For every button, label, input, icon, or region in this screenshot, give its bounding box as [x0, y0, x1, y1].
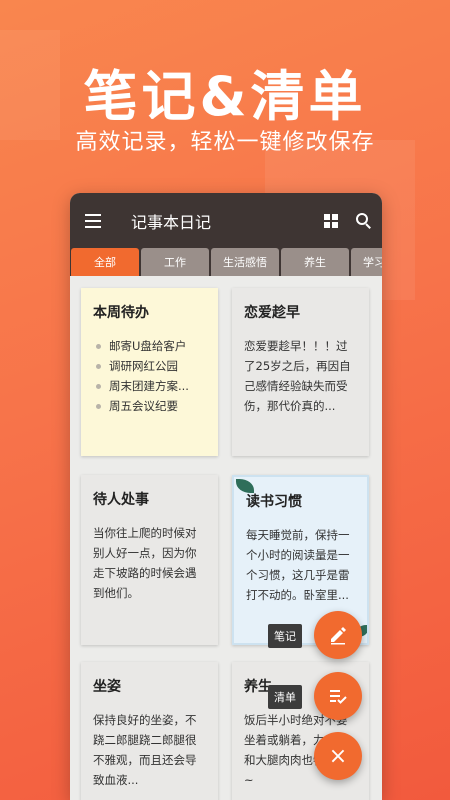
tab-life[interactable]: 生活感悟 — [211, 248, 279, 276]
todo-item: 调研网红公园 — [93, 356, 206, 376]
tab-work[interactable]: 工作 — [141, 248, 209, 276]
leaf-decoration — [236, 479, 254, 493]
pencil-icon — [331, 627, 346, 645]
tab-study-label: 学习 — [363, 256, 382, 269]
note-title: 恋爱趁早 — [244, 305, 300, 321]
todo-item: 邮寄U盘给客户 — [93, 336, 206, 356]
new-note-button[interactable] — [314, 611, 362, 659]
fab-note-label: 笔记 — [268, 624, 302, 648]
hero-subtitle: 高效记录，轻松一键修改保存 — [75, 130, 375, 155]
tab-study[interactable]: 学习 — [351, 248, 382, 276]
note-body: 恋爱要趁早！！！过了25岁之后，再因自己感情经验缺失而受伤，那代价真的... — [244, 339, 351, 413]
tab-all[interactable]: 全部 — [71, 248, 139, 276]
note-card[interactable]: 待人处事 当你往上爬的时候对别人好一点，因为你走下坡路的时候会遇到他们。 — [81, 475, 218, 645]
note-title: 读书习惯 — [246, 494, 302, 510]
note-card[interactable]: 恋爱趁早 恋爱要趁早！！！过了25岁之后，再因自己感情经验缺失而受伤，那代价真的… — [232, 288, 369, 456]
category-tabs: 全部 工作 生活感悟 养生 学习 — [70, 248, 382, 276]
close-fab-button[interactable]: × — [314, 732, 362, 780]
note-card[interactable]: 本周待办 邮寄U盘给客户 调研网红公园 周末团建方案... 周五会议纪要 — [81, 288, 218, 456]
tab-health[interactable]: 养生 — [281, 248, 349, 276]
note-body: 保持良好的坐姿，不跷二郎腿跷二郎腿很不雅观，而且还会导致血液... — [93, 713, 197, 787]
fab-list-label: 清单 — [268, 685, 302, 709]
todo-item: 周末团建方案... — [93, 376, 206, 396]
close-icon: × — [328, 743, 348, 769]
note-title: 待人处事 — [93, 492, 149, 508]
todo-item: 周五会议纪要 — [93, 396, 206, 416]
todo-list: 邮寄U盘给客户 调研网红公园 周末团建方案... 周五会议纪要 — [93, 336, 206, 416]
menu-icon[interactable] — [85, 213, 101, 228]
grid-view-icon[interactable] — [324, 213, 338, 228]
search-icon[interactable] — [356, 212, 372, 229]
notes-grid: 本周待办 邮寄U盘给客户 调研网红公园 周末团建方案... 周五会议纪要 恋爱趁… — [70, 276, 382, 800]
checklist-icon — [330, 690, 347, 704]
app-bar: 记事本日记 — [70, 193, 382, 248]
new-checklist-button[interactable] — [314, 672, 362, 720]
hero-title: 笔记&清单 — [83, 65, 367, 128]
note-body: 每天睡觉前，保持一个小时的阅读量是一个习惯，这几乎是雷打不动的。卧室里... — [246, 528, 350, 602]
note-body: 当你往上爬的时候对别人好一点，因为你走下坡路的时候会遇到他们。 — [93, 526, 197, 600]
note-title: 本周待办 — [93, 305, 149, 321]
note-title: 坐姿 — [93, 679, 121, 695]
note-card[interactable]: 坐姿 保持良好的坐姿，不跷二郎腿跷二郎腿很不雅观，而且还会导致血液... — [81, 662, 218, 800]
app-title: 记事本日记 — [131, 212, 212, 232]
